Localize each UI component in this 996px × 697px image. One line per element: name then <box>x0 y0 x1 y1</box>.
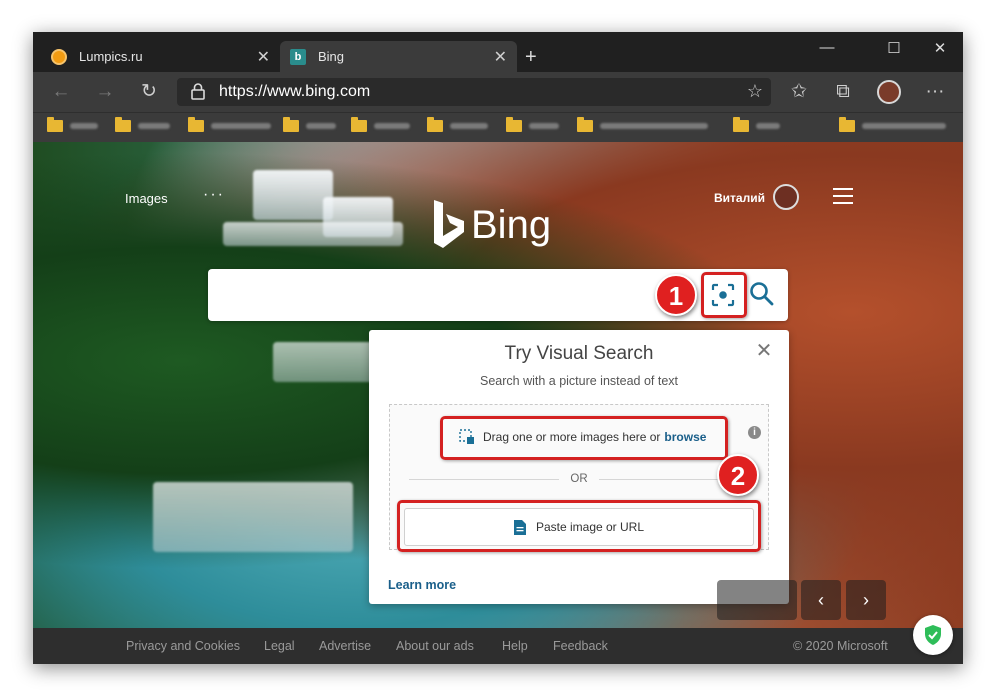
bing-logo-text: Bing <box>471 202 552 247</box>
bing-homepage: Images ··· Виталий Bing 1 Try Visual Sea… <box>33 142 963 628</box>
background-waterfall <box>253 170 333 220</box>
tab-bing[interactable]: b Bing ✕ <box>280 41 517 72</box>
callout-number-1: 1 <box>655 274 697 316</box>
folder-icon <box>839 117 855 132</box>
favorites-folder[interactable] <box>115 117 170 132</box>
footer-link-about-ads[interactable]: About our ads <box>396 639 474 653</box>
profile-avatar[interactable] <box>877 80 901 104</box>
close-tab-icon[interactable]: ✕ <box>494 47 507 67</box>
other-favorites-folder[interactable] <box>839 117 946 132</box>
bing-b-icon <box>434 200 464 248</box>
back-icon[interactable]: ← <box>49 80 73 104</box>
info-icon[interactable]: i <box>748 426 761 439</box>
lumpics-icon <box>51 48 67 65</box>
callout-number-2: 2 <box>717 454 759 496</box>
tab-title: Bing <box>318 49 345 64</box>
close-tab-icon[interactable]: ✕ <box>257 47 270 67</box>
favorites-folder[interactable] <box>733 117 780 132</box>
forward-icon[interactable]: → <box>93 80 117 104</box>
shield-check-icon <box>925 625 941 645</box>
browser-window: Lumpics.ru ✕ b Bing ✕ + — ☐ ✕ ← → ↻ http… <box>33 32 963 664</box>
or-label: OR <box>570 473 588 485</box>
page-footer: Privacy and Cookies Legal Advertise Abou… <box>33 628 963 664</box>
drag-area-highlight <box>440 416 728 460</box>
tab-lumpics[interactable]: Lumpics.ru ✕ <box>41 41 280 72</box>
footer-link-legal[interactable]: Legal <box>264 639 295 653</box>
images-link[interactable]: Images <box>125 191 168 206</box>
popup-title: Try Visual Search <box>504 343 654 364</box>
security-shield-badge[interactable] <box>913 615 953 655</box>
favorites-folder[interactable] <box>47 117 98 132</box>
navigation-toolbar: ← → ↻ https://www.bing.com ☆ ✩ ⧉ ··· <box>33 72 963 112</box>
folder-icon <box>427 117 443 132</box>
lock-icon <box>191 83 205 100</box>
close-icon[interactable]: ✕ <box>755 341 773 361</box>
folder-icon <box>506 117 522 132</box>
refresh-icon[interactable]: ↻ <box>137 80 161 104</box>
favorites-folder[interactable] <box>577 117 708 132</box>
hamburger-menu-icon[interactable] <box>833 188 853 204</box>
or-divider: OR <box>409 473 749 485</box>
visual-search-highlight <box>701 272 747 318</box>
footer-link-advertise[interactable]: Advertise <box>319 639 371 653</box>
new-tab-icon[interactable]: + <box>525 46 537 69</box>
favorites-folder[interactable] <box>506 117 559 132</box>
bing-logo[interactable]: Bing <box>431 198 551 252</box>
user-avatar[interactable] <box>773 184 799 210</box>
folder-icon <box>733 117 749 132</box>
favorites-folder[interactable] <box>283 117 336 132</box>
folder-icon <box>283 117 299 132</box>
user-name[interactable]: Виталий <box>714 191 765 205</box>
favorites-folder[interactable] <box>188 117 271 132</box>
favorites-folder[interactable] <box>351 117 410 132</box>
close-window-icon[interactable]: ✕ <box>928 39 952 61</box>
image-info-button[interactable] <box>717 580 797 620</box>
background-waterfall <box>153 482 353 552</box>
collections-icon[interactable]: ⧉ <box>831 80 855 104</box>
favorites-icon[interactable]: ✩ <box>787 80 811 104</box>
folder-icon <box>47 117 63 132</box>
folder-icon <box>188 117 204 132</box>
url-text: https://www.bing.com <box>219 83 371 100</box>
footer-link-feedback[interactable]: Feedback <box>553 639 608 653</box>
footer-link-help[interactable]: Help <box>502 639 528 653</box>
background-waterfall <box>223 222 403 246</box>
next-image-icon[interactable]: › <box>846 580 886 620</box>
previous-image-icon[interactable]: ‹ <box>801 580 841 620</box>
favorite-star-icon[interactable]: ☆ <box>747 81 763 102</box>
more-menu-icon[interactable]: ··· <box>923 80 947 104</box>
paste-button-highlight <box>397 500 761 552</box>
learn-more-link[interactable]: Learn more <box>388 578 456 592</box>
footer-link-privacy[interactable]: Privacy and Cookies <box>126 639 240 653</box>
address-bar[interactable]: https://www.bing.com ☆ <box>177 78 771 106</box>
search-icon[interactable] <box>746 279 778 311</box>
tab-strip: Lumpics.ru ✕ b Bing ✕ + — ☐ ✕ <box>33 32 963 72</box>
popup-subtitle: Search with a picture instead of text <box>479 374 679 388</box>
more-links-icon[interactable]: ··· <box>203 186 225 204</box>
favorites-bar <box>33 112 963 142</box>
visual-search-popup: Try Visual Search Search with a picture … <box>369 330 789 604</box>
folder-icon <box>577 117 593 132</box>
copyright-text: © 2020 Microsoft <box>793 639 888 653</box>
bing-icon: b <box>290 48 306 65</box>
tab-title: Lumpics.ru <box>79 49 143 64</box>
folder-icon <box>351 117 367 132</box>
maximize-icon[interactable]: ☐ <box>882 39 906 61</box>
minimize-icon[interactable]: — <box>815 39 839 61</box>
folder-icon <box>115 117 131 132</box>
favorites-folder[interactable] <box>427 117 488 132</box>
